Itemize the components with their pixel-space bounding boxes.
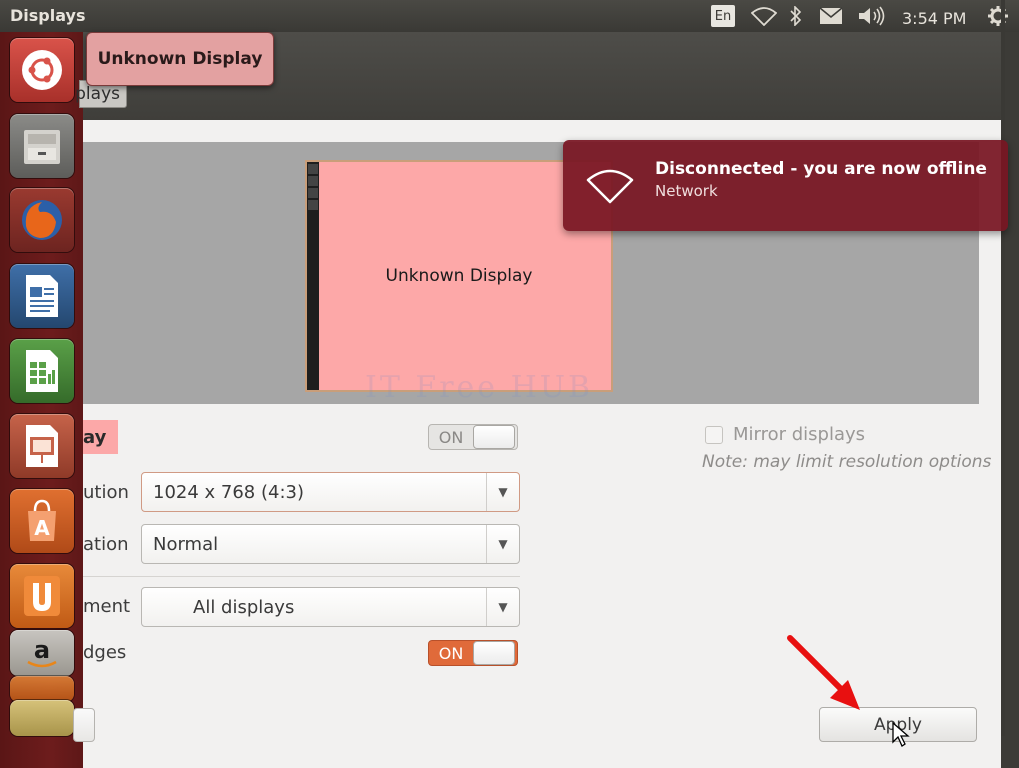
window-border xyxy=(1001,0,1005,736)
software-center-icon[interactable]: A xyxy=(10,489,74,553)
libreoffice-impress-icon[interactable] xyxy=(10,414,74,478)
resolution-value: 1024 x 768 (4:3) xyxy=(153,481,304,503)
amazon-launcher-icon[interactable]: a xyxy=(10,630,74,676)
sticky-edges-label: dges xyxy=(83,642,127,663)
launcher-placement-label: ment xyxy=(83,596,131,617)
resolution-dropdown[interactable]: 1024 x 768 (4:3) ▼ xyxy=(141,472,520,512)
wifi-icon xyxy=(586,169,634,204)
libreoffice-writer-icon[interactable] xyxy=(10,264,74,328)
toggle-knob xyxy=(473,641,515,665)
ubuntu-one-stacked-icon[interactable] xyxy=(10,676,74,702)
mirror-note: Note: may limit resolution options xyxy=(702,452,992,472)
clock[interactable]: 3:54 PM xyxy=(902,6,966,30)
gear-icon[interactable] xyxy=(985,4,1011,28)
resolution-label: ution xyxy=(83,482,129,503)
chevron-down-icon: ▼ xyxy=(486,473,519,511)
launcher-placement-dropdown[interactable]: All displays ▼ xyxy=(141,587,520,627)
toggle-label: ON xyxy=(438,427,464,447)
dash-home-button[interactable] xyxy=(10,38,74,102)
files-launcher-icon[interactable] xyxy=(10,114,74,178)
rotation-value: Normal xyxy=(153,533,219,555)
toggle-knob xyxy=(473,425,515,449)
launcher-tooltip: Unknown Display xyxy=(86,32,274,86)
launcher-strip-preview xyxy=(307,162,319,390)
firefox-launcher-icon[interactable] xyxy=(10,188,74,252)
mirror-displays-label[interactable]: Mirror displays xyxy=(733,424,865,445)
launcher-placement-value: All displays xyxy=(193,596,295,618)
top-panel: Displays En 3:54 PM xyxy=(0,0,1019,32)
red-arrow-annotation xyxy=(787,635,860,710)
notification-body: Network xyxy=(655,182,718,200)
rotation-dropdown[interactable]: Normal ▼ xyxy=(141,524,520,564)
toggle-label: ON xyxy=(438,643,464,663)
watermark: IT Free HUB xyxy=(365,370,594,405)
launcher: A a xyxy=(0,32,84,768)
sticky-edges-toggle[interactable]: ON xyxy=(428,640,518,666)
keyboard-language-indicator[interactable]: En xyxy=(711,5,735,27)
svg-text:a: a xyxy=(34,636,50,664)
chevron-down-icon: ▼ xyxy=(486,525,519,563)
detect-displays-button[interactable] xyxy=(73,708,95,742)
notification-title: Disconnected - you are now offline xyxy=(655,159,987,179)
ubuntu-logo-icon xyxy=(22,50,62,90)
rotation-label: ation xyxy=(83,534,129,555)
workspace-switcher-icon[interactable] xyxy=(10,700,74,736)
monitor-label: Unknown Display xyxy=(385,266,533,286)
ubuntu-one-icon[interactable] xyxy=(10,564,74,628)
display-power-toggle[interactable]: ON xyxy=(428,424,518,450)
mirror-displays-checkbox[interactable] xyxy=(705,426,723,444)
mouse-cursor-icon xyxy=(892,722,910,747)
display-name-label: ay xyxy=(83,420,118,454)
wifi-icon[interactable] xyxy=(750,4,778,28)
svg-text:A: A xyxy=(34,516,50,540)
window-title: Displays xyxy=(10,6,86,25)
chevron-down-icon: ▼ xyxy=(486,588,519,626)
network-notification: Disconnected - you are now offline Netwo… xyxy=(563,140,1008,231)
mail-icon[interactable] xyxy=(818,4,844,28)
bluetooth-icon[interactable] xyxy=(788,4,804,28)
volume-icon[interactable] xyxy=(856,4,888,28)
libreoffice-calc-icon[interactable] xyxy=(10,339,74,403)
divider xyxy=(83,576,520,577)
